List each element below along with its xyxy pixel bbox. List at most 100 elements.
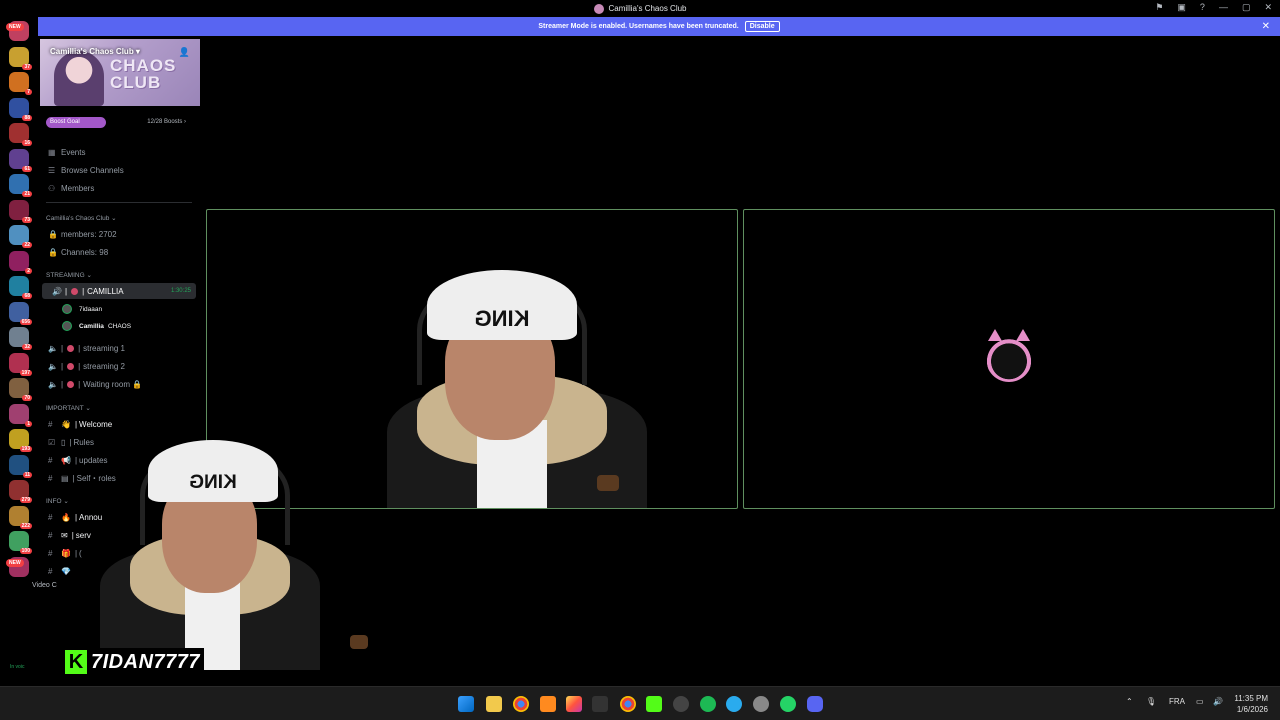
nav-browse-channels[interactable]: ☰ Browse Channels	[38, 162, 198, 178]
start-icon[interactable]	[458, 696, 474, 712]
network-icon[interactable]: ▭	[1196, 697, 1204, 706]
mic-icon[interactable]: 🎙	[1146, 697, 1156, 706]
voice-timer: 1:30:25	[170, 288, 191, 294]
speaker-icon: 🔈	[48, 343, 58, 353]
hash-icon: #	[48, 530, 53, 540]
clock[interactable]: 11:35 PM 1/6/2026	[1234, 693, 1268, 715]
server-banner[interactable]: CHAOS CLUB Camillia's Chaos Club ▾ 👤	[40, 39, 200, 106]
flame-icon: 🔥	[61, 512, 71, 522]
voice-channel[interactable]: 🔈 | | streaming 1	[38, 340, 198, 356]
instagram-icon[interactable]	[566, 696, 582, 712]
server-icon[interactable]: 279	[9, 480, 32, 503]
hash-icon: #	[48, 473, 53, 483]
server-icon[interactable]: 32	[9, 327, 32, 350]
server-icon[interactable]: 656	[9, 301, 32, 325]
stat-channels[interactable]: 🔒 Channels: 98	[38, 244, 198, 260]
disable-button[interactable]: Disable	[744, 21, 780, 32]
server-name[interactable]: Camillia's Chaos Club ▾	[50, 47, 140, 56]
chrome-icon[interactable]	[620, 696, 636, 712]
kick-icon[interactable]	[646, 696, 662, 712]
stat-members[interactable]: 🔒 members: 2702	[38, 226, 198, 242]
spotify-icon[interactable]	[700, 696, 716, 712]
server-icon[interactable]: 16	[9, 123, 32, 146]
server-icon[interactable]: 7	[9, 72, 32, 95]
server-icon[interactable]: 70	[9, 378, 32, 401]
server-icon[interactable]: NEW	[6, 21, 29, 41]
calendar-icon: ▦	[48, 147, 56, 157]
telegram-icon[interactable]	[726, 696, 742, 712]
server-icon[interactable]: 197	[9, 352, 32, 376]
close-window-icon[interactable]: ✕	[1264, 2, 1272, 13]
server-icon[interactable]: 2	[9, 250, 32, 274]
webcam-feed: KING	[367, 270, 667, 508]
language-indicator[interactable]: FRA	[1169, 697, 1185, 706]
discord-icon[interactable]	[807, 696, 823, 712]
category-server-stats[interactable]: Camillia's Chaos Club ⌄	[46, 214, 117, 222]
settings-icon[interactable]	[753, 696, 769, 712]
close-icon[interactable]: ✕	[1262, 21, 1270, 32]
app-icon[interactable]	[592, 696, 608, 712]
lock-icon: 🔒	[48, 247, 58, 257]
stream-tile-avatar[interactable]	[743, 209, 1275, 509]
hat-text: KING	[189, 472, 237, 493]
server-icon[interactable]: 68	[9, 276, 32, 299]
server-icon[interactable]: 21	[9, 174, 32, 197]
mention-badge: 193	[19, 446, 32, 452]
server-icon[interactable]: 88	[9, 97, 32, 121]
help-icon[interactable]: ?	[1200, 2, 1205, 13]
megaphone-icon: 📢	[61, 455, 71, 465]
members-icon: ⚇	[48, 183, 56, 193]
doc-icon: ▯	[61, 437, 66, 447]
pin-icon[interactable]: ⚑	[1155, 2, 1163, 13]
voice-stage: KING	[200, 36, 1280, 686]
mention-badge: 68	[22, 293, 32, 299]
server-icon[interactable]: 222	[9, 505, 32, 529]
whatsapp-icon[interactable]	[780, 696, 796, 712]
voice-channel-camillia[interactable]: 🔊 | | CAMILLIA 1:30:25	[42, 283, 196, 299]
mail-icon: ✉	[61, 530, 68, 540]
server-icon[interactable]: NEW	[6, 556, 29, 577]
text-channel-welcome[interactable]: # 👋 | Welcome	[38, 416, 198, 432]
tray-chevron-icon[interactable]: ⌃	[1126, 697, 1133, 706]
server-icon[interactable]: 22	[9, 225, 32, 248]
category-streaming[interactable]: STREAMING ⌄	[46, 271, 92, 279]
app-icon[interactable]	[540, 696, 556, 712]
screen-icon[interactable]: ▣	[1177, 2, 1186, 13]
server-icon[interactable]: 100	[9, 531, 32, 554]
user-avatar	[986, 329, 1032, 382]
boost-goal[interactable]: Boost Goal 12/28 Boosts ›	[46, 117, 196, 128]
voice-user[interactable]: 7idaaan	[62, 304, 102, 314]
category-important[interactable]: IMPORTANT ⌄	[46, 404, 91, 412]
speaker-icon: 🔊	[52, 286, 62, 296]
lock-icon: 🔒	[48, 229, 58, 239]
chrome-icon[interactable]	[513, 696, 529, 712]
hash-icon: #	[48, 455, 53, 465]
mention-badge: 656	[19, 318, 32, 325]
invite-icon[interactable]: 👤	[179, 47, 190, 58]
server-icon[interactable]: 1	[9, 403, 32, 427]
server-icon[interactable]: 11	[9, 454, 32, 478]
date: 1/6/2026	[1236, 705, 1268, 714]
server-icon[interactable]: 193	[9, 429, 32, 452]
server-icon[interactable]: 37	[9, 46, 32, 70]
server-icon[interactable]: 73	[9, 199, 32, 223]
nav-members[interactable]: ⚇ Members	[38, 180, 198, 196]
minimize-icon[interactable]: —	[1219, 2, 1228, 13]
streamer-mode-banner: Streamer Mode is enabled. Usernames have…	[38, 17, 1280, 36]
divider	[46, 202, 192, 203]
category-info[interactable]: INFO ⌄	[46, 497, 69, 505]
status-dot	[67, 344, 75, 352]
avatar	[62, 321, 72, 331]
tag-icon: ▤	[61, 473, 69, 483]
volume-icon[interactable]: 🔊	[1213, 697, 1223, 706]
file-explorer-icon[interactable]	[486, 696, 502, 712]
voice-channel[interactable]: 🔈 | | Waiting room 🔒	[38, 376, 198, 392]
voice-channel[interactable]: 🔈 | | streaming 2	[38, 358, 198, 374]
mention-badge: 73	[22, 216, 32, 223]
maximize-icon[interactable]: ▢	[1242, 2, 1251, 13]
mention-badge: 279	[19, 497, 32, 503]
obs-icon[interactable]	[673, 696, 689, 712]
voice-user[interactable]: Camillia CHAOS	[62, 321, 131, 331]
server-icon[interactable]: 61	[9, 148, 32, 172]
nav-events[interactable]: ▦ Events	[38, 144, 198, 160]
